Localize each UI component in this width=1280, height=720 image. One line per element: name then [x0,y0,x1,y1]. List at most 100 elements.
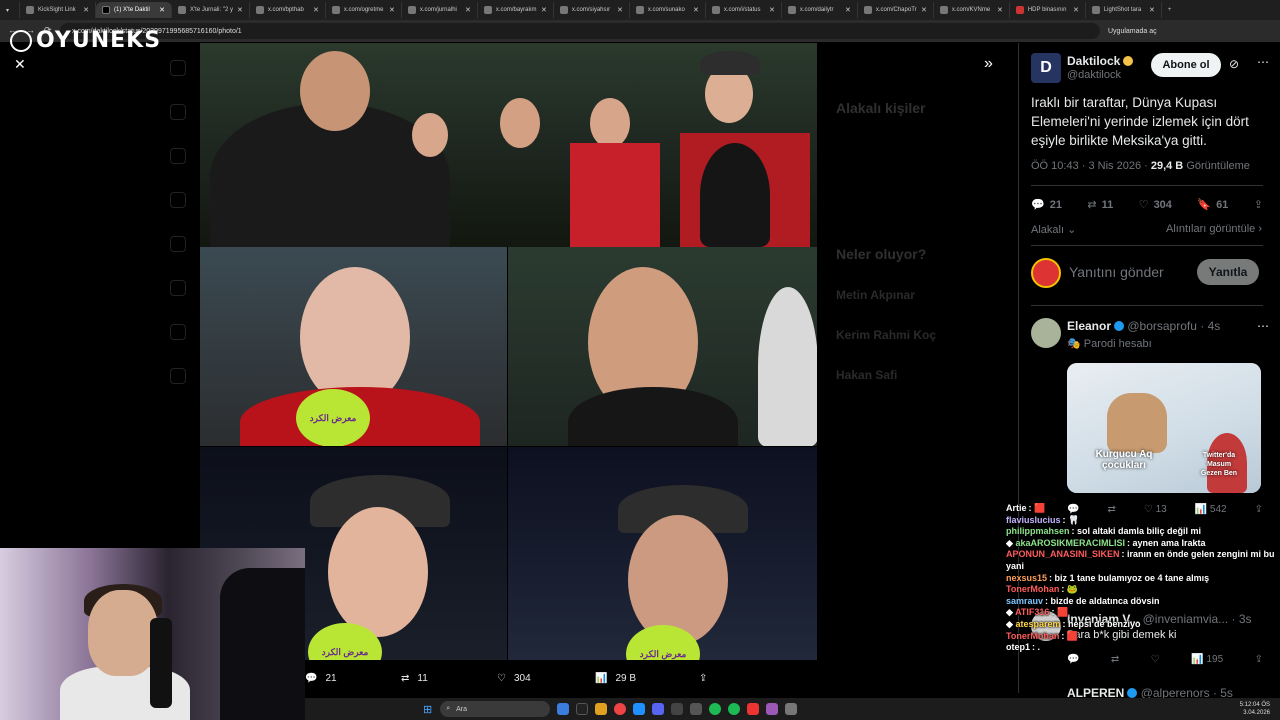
chat-message: TonerMohan: 🐸 [1006,584,1079,595]
browser-tab[interactable]: x.com/KVNme ✕ [934,2,1010,18]
close-tab-icon[interactable]: ✕ [83,6,89,14]
clock-date: 3.04.2026 [1243,710,1270,716]
close-tab-icon[interactable]: ✕ [617,6,623,14]
edge-icon[interactable] [633,703,646,715]
browser-tab[interactable]: x.com/dailytr ✕ [782,2,858,18]
browser-tab-active[interactable]: (1) X'te Daktil ✕ [96,2,172,18]
taskbar: ⊞ ⌕ Ara 5:12:04 ÖS 3.04.2026 [305,698,1280,720]
share-icon[interactable]: ⇪ [1255,654,1263,665]
author-handle[interactable]: @daktilock [1067,69,1121,81]
file-explorer-icon[interactable] [557,703,570,715]
parody-label: 🎭 Parodi hesabı [1067,337,1152,350]
chat-message: ◆ atesparem: hepsi de benziyo [1006,618,1141,629]
trend-item: Hakan Safi [836,368,898,382]
windows-start-icon[interactable]: ⊞ [423,703,432,716]
reply-button[interactable]: Yanıtla [1197,259,1259,285]
grok-icon[interactable]: ⊘ [1229,57,1239,71]
close-tab-icon[interactable]: ✕ [313,6,319,14]
discord-icon[interactable] [652,703,665,715]
browser-tab[interactable]: x.com/siyahsır ✕ [554,2,630,18]
chrome-icon[interactable] [614,703,627,715]
share-stat[interactable]: ⇪ [1254,198,1263,211]
collapse-panel-icon[interactable]: » [984,55,993,73]
close-tab-icon[interactable]: ✕ [845,6,851,14]
spotify-icon[interactable] [728,703,741,715]
heart-icon[interactable]: ♡ [1151,654,1160,665]
view-quotes-link[interactable]: Alıntıları görüntüle › [1166,223,1262,235]
browser-tab[interactable]: x.com/ChapoTr ✕ [858,2,934,18]
repost-icon[interactable]: ⇄ [1111,654,1119,665]
follow-button[interactable]: Abone ol [1151,53,1221,77]
taskbar-app-icon[interactable] [747,703,760,715]
like-stat[interactable]: ♡ 304 [1139,198,1172,212]
heart-icon: ♡ [497,672,506,684]
share-icon: ⇪ [1253,199,1263,211]
browser-tab[interactable]: x.com/bpthab ✕ [250,2,326,18]
taskbar-search[interactable]: ⌕ Ara [440,701,551,717]
face [328,507,428,637]
repost-stat[interactable]: ⇄ 11 [1087,198,1113,212]
author-name[interactable]: Daktilock [1067,54,1134,68]
reply-image[interactable]: Kurgucu Aq çocukları Twitter'da Masum Ge… [1067,363,1261,493]
close-tab-icon[interactable]: ✕ [159,6,165,14]
close-tab-icon[interactable]: ✕ [997,6,1003,14]
new-tab-button[interactable]: + [1162,2,1178,18]
taskbar-app-icon[interactable] [576,703,589,715]
browser-tab[interactable]: X'te Jurnali: "2 y ✕ [172,2,250,18]
close-tab-icon[interactable]: ✕ [921,6,927,14]
views-stat[interactable]: 📊 195 [1191,654,1223,665]
browser-tab[interactable]: x.com/jurnalhi ✕ [402,2,478,18]
repost-action[interactable]: ⇄ 11 [401,673,497,684]
close-tab-icon[interactable]: ✕ [465,6,471,14]
close-tab-icon[interactable]: ✕ [237,6,243,14]
more-options-icon[interactable]: ⋯ [1257,319,1269,333]
close-tab-icon[interactable]: ✕ [1073,6,1079,14]
obs-icon[interactable] [671,703,684,715]
tab-favicon-icon [787,6,796,14]
close-tab-icon[interactable]: ✕ [541,6,547,14]
divider [1031,185,1263,186]
close-icon[interactable]: ✕ [14,56,26,73]
reply-action[interactable]: 💬 21 [305,673,401,684]
browser-tab[interactable]: x.com/i/status ✕ [706,2,782,18]
logo-text: OYUNEKS [36,28,162,53]
related-dropdown[interactable]: Alakalı ⌄ [1031,223,1076,236]
emote-icon: 🟥 [1056,607,1069,618]
bookmark-stat[interactable]: 🔖 61 [1197,198,1228,212]
url-field[interactable]: x.com/daktilock/status/20399719956857161… [60,23,1100,39]
browser-tab[interactable]: x.com/bayrakm ✕ [478,2,554,18]
close-tab-icon[interactable]: ✕ [693,6,699,14]
more-options-icon[interactable]: ⋯ [1257,55,1269,69]
system-clock[interactable]: 5:12:04 ÖS 3.04.2026 [1240,701,1270,717]
reply-stat[interactable]: 💬 21 [1031,198,1062,212]
reply-input[interactable]: Yanıtını gönder [1069,264,1164,280]
views-action[interactable]: 📊 29 B [595,673,699,684]
tab-label: x.com/sunako [647,7,685,13]
tweet-timestamp[interactable]: ÖÖ 10:43 · 3 Nis 2026 · [1031,160,1151,172]
browser-tab[interactable]: x.com/ogretme ✕ [326,2,402,18]
reply-icon[interactable]: 💬 [1067,654,1079,665]
browser-tab[interactable]: LightShot tara ✕ [1086,2,1162,18]
gaming-chair [220,568,305,720]
close-tab-icon[interactable]: ✕ [389,6,395,14]
explore-icon [170,148,186,164]
taskbar-app-icon[interactable] [766,703,779,715]
browser-tab[interactable]: HDP binasının ✕ [1010,2,1086,18]
share-action[interactable]: ⇪ [699,673,707,684]
browser-tab[interactable]: KickSight Link ✕ [20,2,96,18]
like-action[interactable]: ♡ 304 [497,673,595,684]
taskbar-app-icon[interactable] [785,703,798,715]
taskbar-app-icon[interactable] [690,703,703,715]
close-tab-icon[interactable]: ✕ [769,6,775,14]
reply-author[interactable]: Eleanor @borsaprofu · 4s [1067,319,1220,333]
browser-tab[interactable]: ▾ [0,2,20,18]
open-in-app-button[interactable]: Uygulamada aç [1108,28,1157,35]
browser-tab[interactable]: x.com/sunako ✕ [630,2,706,18]
face [300,267,410,407]
avatar[interactable]: D [1031,53,1061,83]
close-tab-icon[interactable]: ✕ [1149,6,1155,14]
spotify-icon[interactable] [709,703,722,715]
folder-icon[interactable] [595,703,608,715]
views-count: 29 B [615,672,637,684]
avatar[interactable] [1031,318,1061,348]
